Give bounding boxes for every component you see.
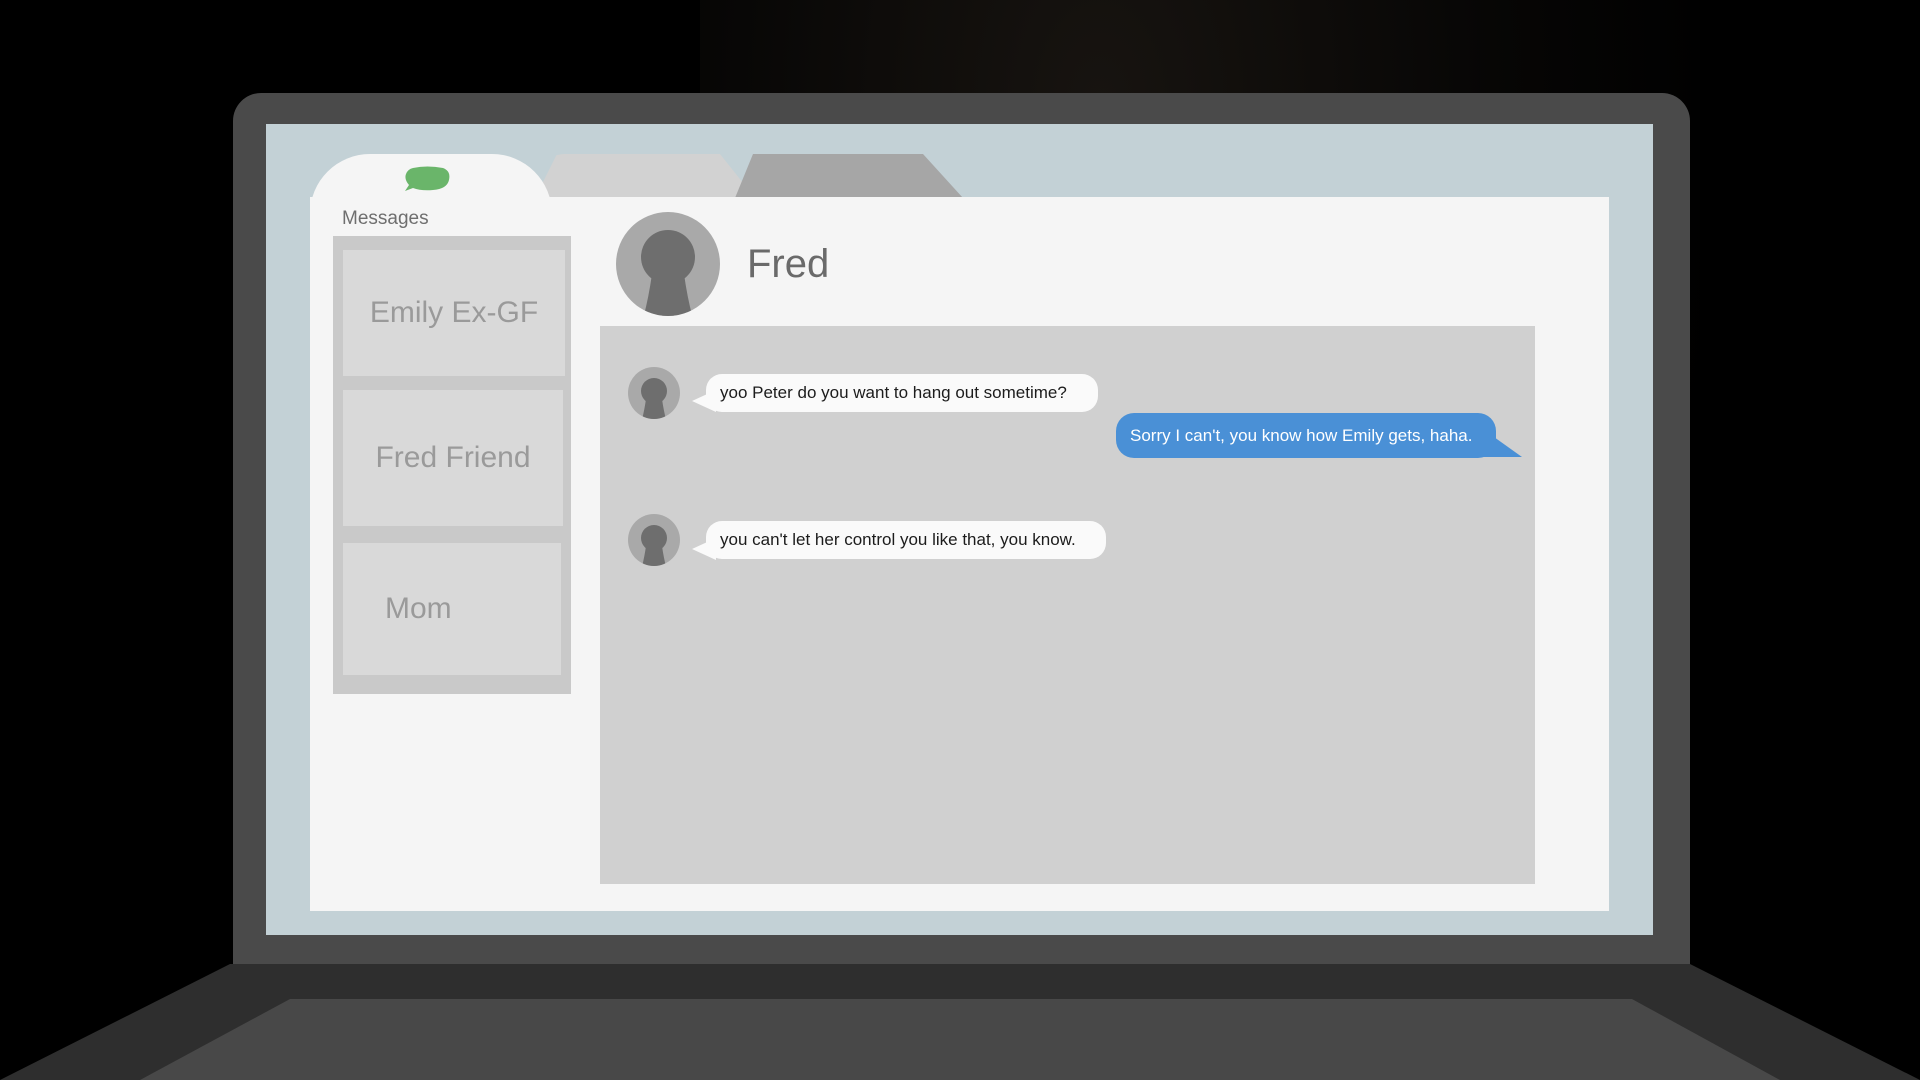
bubble-tail xyxy=(1480,427,1522,457)
laptop-keyboard-deck xyxy=(140,999,1780,1080)
conversation-title: Fred xyxy=(747,242,830,286)
messages-label: Messages xyxy=(342,208,429,229)
message-bubble-outgoing: Sorry I can't, you know how Emily gets, … xyxy=(1116,413,1496,458)
speech-bubble-icon xyxy=(405,166,450,191)
contact-emily[interactable]: Emily Ex-GF xyxy=(343,250,565,376)
contact-mom[interactable]: Mom xyxy=(343,543,561,675)
message-bubble-incoming: yoo Peter do you want to hang out someti… xyxy=(706,374,1098,412)
tab-3[interactable] xyxy=(735,154,963,198)
contact-avatar xyxy=(616,212,720,316)
contact-fred[interactable]: Fred Friend xyxy=(343,390,563,526)
tab-2[interactable] xyxy=(535,154,755,198)
message-avatar xyxy=(628,514,680,566)
message-bubble-incoming: you can't let her control you like that,… xyxy=(706,521,1106,559)
message-avatar xyxy=(628,367,680,419)
